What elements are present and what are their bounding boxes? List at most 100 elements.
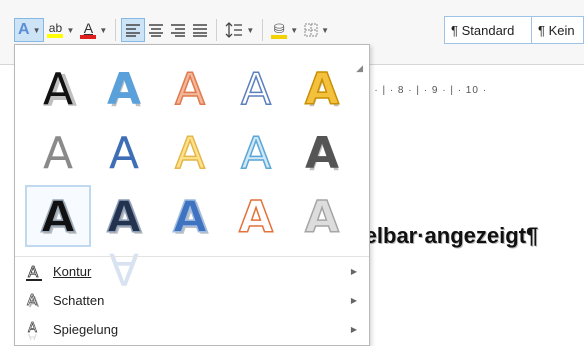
text-effect-glyph-icon: A bbox=[174, 63, 206, 116]
chevron-down-icon: ▼ bbox=[290, 25, 299, 35]
reflection-a-icon: AA bbox=[15, 320, 53, 340]
font-color-icon: A bbox=[80, 21, 97, 39]
svg-text:A: A bbox=[305, 128, 339, 179]
menu-item-label: Schatten bbox=[53, 293, 105, 308]
svg-text:A: A bbox=[241, 64, 271, 115]
text-effect-blue-reflection[interactable]: AA bbox=[91, 121, 157, 294]
gallery-row: AAAAAAA bbox=[25, 121, 355, 294]
justify-icon bbox=[193, 24, 208, 37]
dialog-launcher-icon[interactable]: ◢ bbox=[356, 63, 363, 74]
text-effect-solid-black-shadow[interactable]: AA bbox=[25, 57, 91, 119]
text-effect-yellow-soft[interactable]: A bbox=[157, 121, 223, 183]
svg-text:A: A bbox=[107, 64, 141, 115]
align-right-icon bbox=[171, 24, 186, 37]
svg-text:A: A bbox=[41, 192, 75, 243]
text-effect-glyph-icon: A bbox=[238, 191, 274, 244]
chevron-right-icon: ▶ bbox=[350, 296, 357, 305]
chevron-down-icon: ▼ bbox=[246, 25, 255, 35]
justify-button[interactable] bbox=[189, 18, 211, 42]
text-effects-menu: A Kontur ▶ AA Schatten ▶ AA Spiegelung ▶ bbox=[15, 256, 369, 344]
menu-item-label: Kontur bbox=[53, 264, 92, 279]
text-effect-gold-gradient[interactable]: AA bbox=[289, 57, 355, 119]
svg-text:A: A bbox=[173, 192, 207, 243]
text-effect-blue-bold[interactable]: AA bbox=[157, 185, 223, 247]
text-effect-glyph-icon: A bbox=[240, 63, 272, 116]
align-center-button[interactable] bbox=[145, 18, 167, 42]
text-effect-glyph-icon: AA bbox=[172, 191, 209, 245]
text-effect-glyph-icon: AA bbox=[107, 64, 141, 117]
text-effect-blue-outline-white[interactable]: A bbox=[223, 57, 289, 119]
chevron-down-icon: ▼ bbox=[32, 25, 41, 35]
svg-text:A: A bbox=[43, 64, 73, 115]
svg-text:A: A bbox=[175, 128, 205, 179]
svg-text:A: A bbox=[28, 330, 37, 340]
text-effect-glyph-icon: AA bbox=[304, 63, 340, 117]
text-effect-blue-gradient[interactable]: AA bbox=[91, 57, 157, 119]
text-effect-light-blue-outline[interactable]: A bbox=[223, 121, 289, 183]
borders-icon bbox=[304, 23, 318, 37]
align-left-button[interactable] bbox=[121, 18, 146, 42]
gallery-row: AAAAAAAA bbox=[25, 57, 355, 119]
gallery-row: AAAAAAAA bbox=[25, 185, 355, 247]
svg-text:A: A bbox=[305, 192, 339, 243]
svg-text:A: A bbox=[43, 128, 73, 179]
align-right-button[interactable] bbox=[167, 18, 189, 42]
menu-item-schatten[interactable]: AA Schatten ▶ bbox=[15, 286, 369, 315]
shadow-a-icon: AA bbox=[15, 292, 53, 310]
text-effect-glyph-icon: AA bbox=[106, 191, 143, 245]
text-effect-orange-outline[interactable]: A bbox=[157, 57, 223, 119]
line-spacing-icon bbox=[225, 22, 243, 38]
text-effect-light-gray-fade[interactable]: A bbox=[289, 185, 355, 247]
text-effects-icon: A bbox=[18, 21, 30, 38]
align-center-icon bbox=[149, 24, 164, 37]
text-effects-button[interactable]: A ▼ bbox=[14, 18, 45, 42]
ruler: 7 · | · 8 · | · 9 · | · 10 · bbox=[364, 84, 488, 96]
chevron-down-icon: ▼ bbox=[99, 25, 108, 35]
text-effects-gallery: AAAAAAAAAAAAAAAAAAAAAAA bbox=[25, 57, 355, 294]
shading-button[interactable]: ⛁ ▼ bbox=[268, 18, 301, 42]
menu-item-label: Spiegelung bbox=[53, 322, 119, 337]
text-effect-glyph-icon: A bbox=[174, 127, 206, 180]
text-effects-dropdown: ◢ AAAAAAAAAAAAAAAAAAAAAAA A Kontur ▶ AA … bbox=[14, 44, 370, 346]
svg-text:A: A bbox=[27, 292, 38, 309]
text-effect-black-glow-shadow[interactable]: AA bbox=[25, 185, 91, 247]
svg-text:A: A bbox=[239, 192, 273, 243]
chevron-right-icon: ▶ bbox=[350, 267, 357, 276]
svg-text:A: A bbox=[28, 263, 39, 281]
text-effect-glyph-icon: A bbox=[43, 128, 73, 179]
svg-text:A: A bbox=[241, 128, 271, 179]
svg-text:A: A bbox=[175, 64, 205, 115]
chevron-right-icon: ▶ bbox=[350, 325, 357, 334]
text-effect-orange-outline-white[interactable]: A bbox=[223, 185, 289, 247]
svg-text:A: A bbox=[305, 64, 339, 115]
chevron-down-icon: ▼ bbox=[66, 25, 75, 35]
font-color-button[interactable]: A ▼ bbox=[77, 18, 110, 42]
toolbar-divider bbox=[115, 19, 117, 41]
style-standard[interactable]: ¶ Standard bbox=[444, 16, 532, 44]
text-effect-glyph-icon: AA bbox=[40, 191, 77, 245]
text-effect-dark-gray-gradient[interactable]: AA bbox=[289, 121, 355, 183]
document-text: ttelbar·angezeigt¶ bbox=[350, 223, 539, 248]
text-effect-dark-navy-shadow[interactable]: AA bbox=[91, 185, 157, 247]
text-effect-glyph-icon: AA bbox=[43, 64, 77, 117]
svg-text:A: A bbox=[107, 192, 141, 243]
toolbar-divider bbox=[262, 19, 264, 41]
text-effect-glyph-icon: AA bbox=[305, 128, 339, 181]
highlight-icon: ab bbox=[47, 22, 64, 38]
text-effect-glyph-icon: AA bbox=[109, 128, 139, 294]
line-spacing-button[interactable]: ▼ bbox=[222, 18, 257, 42]
style-kein[interactable]: ¶ Kein bbox=[532, 16, 584, 44]
chevron-down-icon: ▼ bbox=[321, 25, 330, 35]
paint-bucket-icon: ⛁ bbox=[271, 22, 288, 39]
outline-a-icon: A bbox=[15, 263, 53, 281]
font-toolbar: A ▼ ab ▼ A ▼ ▼ ⛁ ▼ ▼ bbox=[14, 18, 332, 42]
menu-item-spiegelung[interactable]: AA Spiegelung ▶ bbox=[15, 315, 369, 344]
svg-text:A: A bbox=[109, 128, 139, 179]
menu-item-kontur[interactable]: A Kontur ▶ bbox=[15, 257, 369, 286]
text-effect-glyph-icon: A bbox=[304, 191, 340, 244]
borders-button[interactable]: ▼ bbox=[301, 18, 332, 42]
text-effect-glyph-icon: A bbox=[240, 127, 272, 180]
text-effect-gray-plain[interactable]: A bbox=[25, 121, 91, 183]
toolbar-divider bbox=[216, 19, 218, 41]
highlight-color-button[interactable]: ab ▼ bbox=[44, 18, 77, 42]
